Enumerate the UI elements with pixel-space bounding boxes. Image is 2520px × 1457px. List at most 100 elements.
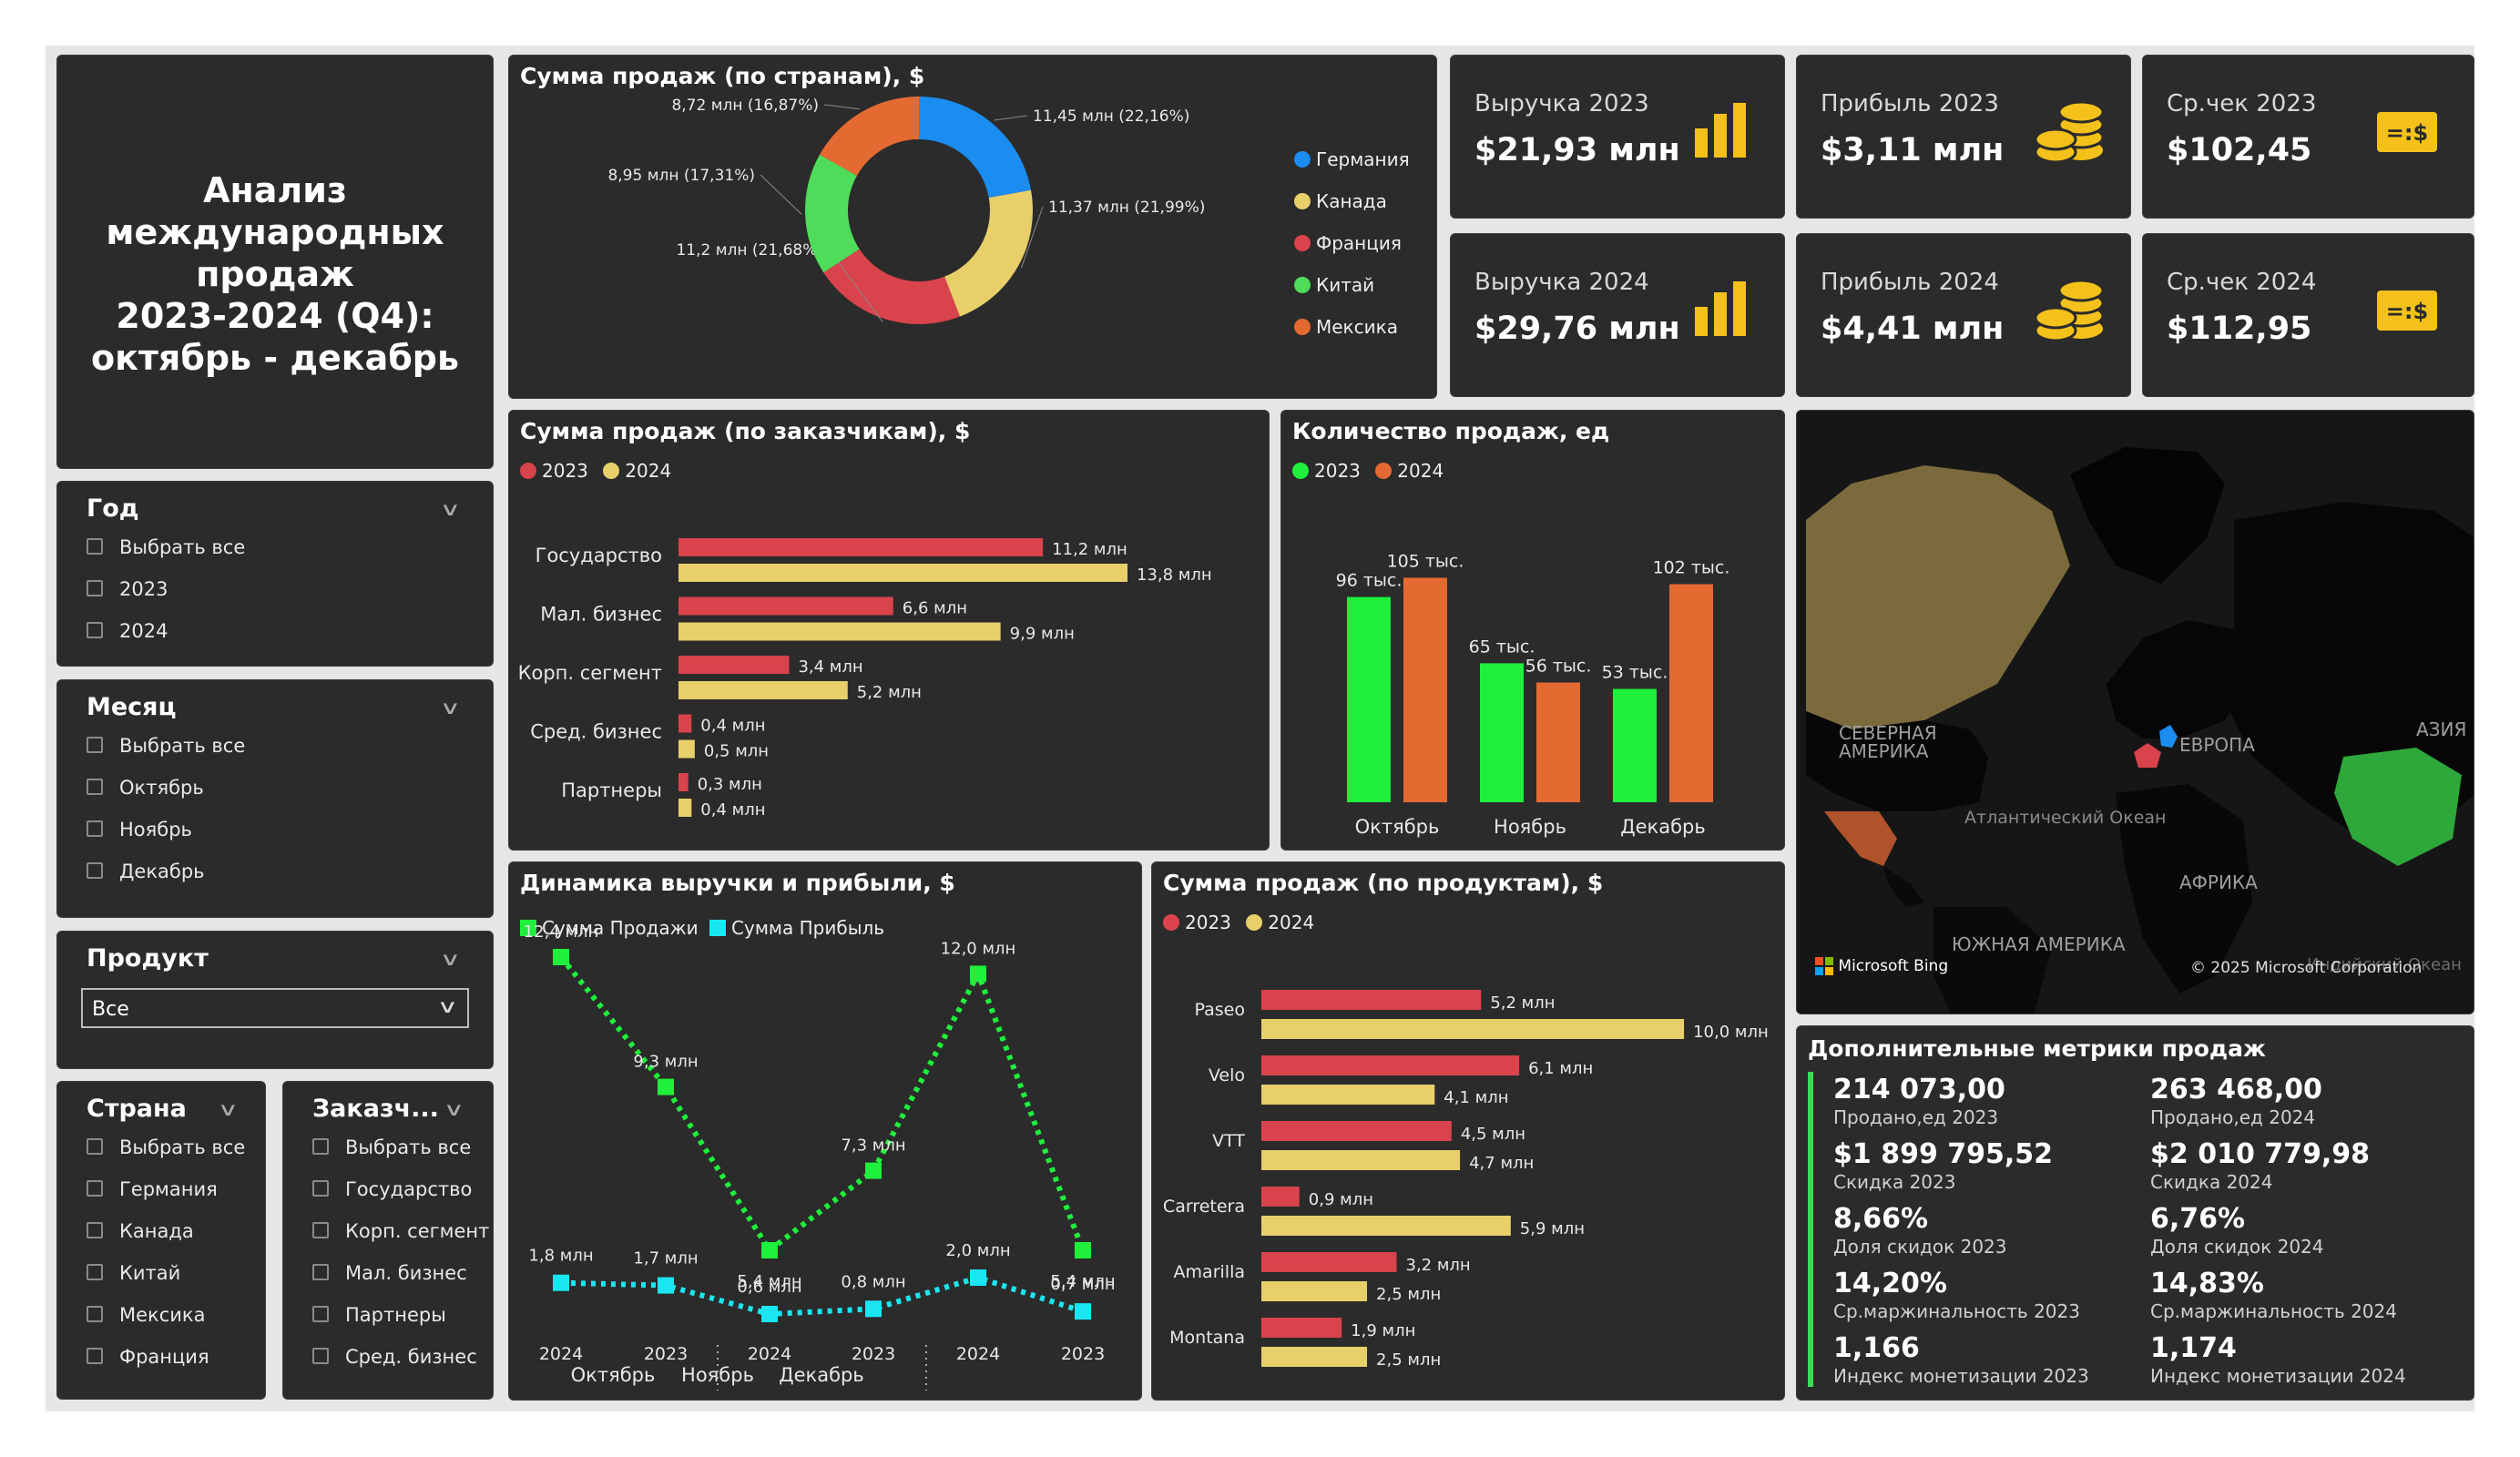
metric-value: 1,174: [2150, 1332, 2237, 1364]
customer-option-mid-business[interactable]: Сред. бизнес: [312, 1346, 477, 1368]
product-dropdown-value: Все: [92, 998, 129, 1021]
sales-map-panel[interactable]: СЕВЕРНАЯ АМЕРИКА ЕВРОПА АЗИЯ Атлантическ…: [1796, 410, 2474, 1014]
bar-data-label: 0,4 млн: [700, 717, 765, 736]
category-label: Государство: [536, 545, 662, 566]
bar-data-label: 96 тыс.: [1336, 571, 1403, 591]
profit-data-label: 0,7 млн: [1050, 1275, 1115, 1294]
product-sales-panel: Сумма продаж (по продуктам), $ 2023 2024…: [1151, 861, 1785, 1401]
month-option-october[interactable]: Октябрь: [87, 777, 204, 799]
chevron-down-icon[interactable]: ∨: [440, 498, 461, 520]
country-option-germany[interactable]: Германия: [87, 1178, 218, 1200]
donut-legend-item[interactable]: Канада: [1294, 190, 1410, 212]
year-tick-label: 2024: [956, 1344, 1000, 1364]
checkbox-icon[interactable]: [87, 1180, 103, 1197]
kpi-card-revenue-2024: Выручка 2024 $29,76 млн: [1450, 233, 1785, 397]
customer-option-small-business[interactable]: Мал. бизнес: [312, 1262, 467, 1284]
sales-data-label: 12,4 млн: [524, 922, 599, 942]
sales-data-label: 12,0 млн: [941, 939, 1016, 958]
metric-label: Доля скидок 2023: [1833, 1236, 2007, 1258]
donut-legend-item[interactable]: Мексика: [1294, 316, 1410, 338]
checkbox-icon[interactable]: [87, 779, 103, 795]
checkbox-icon[interactable]: [87, 862, 103, 879]
bar-2023: [1261, 990, 1482, 1010]
chevron-down-icon[interactable]: ∨: [444, 1098, 464, 1120]
bar-2023: [678, 538, 1044, 556]
country-option-mexico[interactable]: Мексика: [87, 1304, 205, 1326]
checkbox-icon[interactable]: [312, 1306, 329, 1322]
kpi-value: $29,76 млн: [1474, 311, 1680, 347]
donut-data-label: 8,72 млн (16,87%): [671, 97, 819, 115]
map-label-asia: АЗИЯ: [2416, 718, 2467, 740]
donut-legend-item[interactable]: Китай: [1294, 274, 1410, 296]
checkbox-icon[interactable]: [87, 820, 103, 837]
bar-data-label: 4,7 млн: [1469, 1154, 1534, 1173]
checkbox-icon[interactable]: [87, 622, 103, 638]
month-option-november[interactable]: Ноябрь: [87, 819, 192, 841]
customer-option-government[interactable]: Государство: [312, 1178, 472, 1200]
checkbox-icon[interactable]: [87, 737, 103, 753]
profit-point: [553, 1274, 569, 1291]
map-label-south-america: ЮЖНАЯ АМЕРИКА: [1952, 933, 2126, 955]
chevron-down-icon[interactable]: ∨: [218, 1098, 239, 1120]
bar-2023: [1613, 688, 1657, 802]
donut-leader-line: [760, 174, 802, 215]
donut-slice: [823, 249, 960, 325]
month-option-all[interactable]: Выбрать все: [87, 735, 245, 757]
metric-label: Индекс монетизации 2024: [2150, 1365, 2406, 1387]
category-label: Сред. бизнес: [530, 721, 662, 743]
bar-data-label: 3,4 млн: [798, 657, 862, 677]
profit-point: [658, 1277, 674, 1294]
profit-data-label: 1,7 млн: [633, 1249, 698, 1269]
checkbox-icon[interactable]: [312, 1222, 329, 1238]
chevron-down-icon[interactable]: ∨: [440, 697, 461, 718]
metric-label: Ср.маржинальность 2024: [2150, 1300, 2397, 1322]
checkbox-icon[interactable]: [312, 1348, 329, 1364]
bar-2024: [1536, 682, 1580, 802]
profit-data-label: 0,6 млн: [737, 1278, 801, 1297]
metric-label: Скидка 2023: [1833, 1171, 1956, 1193]
legend-swatch: [1294, 192, 1311, 209]
customer-option-corporate[interactable]: Корп. сегмент: [312, 1220, 489, 1242]
kpi-value: $21,93 млн: [1474, 132, 1680, 168]
metrics-title: Дополнительные метрики продаж: [1808, 1035, 2266, 1062]
country-option-china[interactable]: Китай: [87, 1262, 180, 1284]
checkbox-icon[interactable]: [87, 1348, 103, 1364]
category-label: Партнеры: [561, 779, 662, 801]
donut-legend-item[interactable]: Германия: [1294, 148, 1410, 170]
checkbox-icon[interactable]: [87, 1138, 103, 1155]
country-option-all[interactable]: Выбрать все: [87, 1136, 245, 1158]
kpi-card-profit-2023: Прибыль 2023 $3,11 млн: [1796, 55, 2131, 219]
metric-value: 263 468,00: [2150, 1074, 2322, 1105]
metric-label: Продано,ед 2023: [1833, 1106, 1999, 1128]
bar-data-label: 0,9 млн: [1309, 1190, 1373, 1209]
bar-data-label: 0,5 млн: [704, 742, 769, 761]
product-dropdown[interactable]: Все ∨: [81, 988, 469, 1028]
checkbox-icon[interactable]: [312, 1264, 329, 1280]
category-label: Корп. сегмент: [518, 662, 662, 684]
country-option-france[interactable]: Франция: [87, 1346, 209, 1368]
checkbox-icon[interactable]: [87, 1306, 103, 1322]
checkbox-icon[interactable]: [87, 538, 103, 555]
customer-option-partners[interactable]: Партнеры: [312, 1304, 446, 1326]
checkbox-icon[interactable]: [312, 1138, 329, 1155]
country-option-canada[interactable]: Канада: [87, 1220, 194, 1242]
year-option-all[interactable]: Выбрать все: [87, 536, 245, 558]
legend-label: Китай: [1316, 274, 1375, 296]
sales-line: [558, 955, 1086, 1255]
year-option-2024[interactable]: 2024: [87, 620, 168, 642]
checkbox-icon[interactable]: [87, 1264, 103, 1280]
checkbox-icon[interactable]: [87, 1222, 103, 1238]
month-option-december[interactable]: Декабрь: [87, 861, 205, 882]
donut-legend-item[interactable]: Франция: [1294, 232, 1410, 254]
world-map[interactable]: [1797, 411, 2474, 1014]
metric-label: Ср.маржинальность 2023: [1833, 1300, 2080, 1322]
sales-data-label: 9,3 млн: [633, 1053, 698, 1072]
checkbox-icon[interactable]: [87, 580, 103, 596]
kpi-card-avg-check-2023: Ср.чек 2023 $102,45 =:$: [2142, 55, 2474, 219]
sales-point: [553, 949, 569, 965]
profit-data-label: 1,8 млн: [528, 1247, 593, 1266]
customer-option-all[interactable]: Выбрать все: [312, 1136, 471, 1158]
year-option-2023[interactable]: 2023: [87, 578, 168, 600]
checkbox-icon[interactable]: [312, 1180, 329, 1197]
legend-label: Германия: [1316, 148, 1410, 170]
